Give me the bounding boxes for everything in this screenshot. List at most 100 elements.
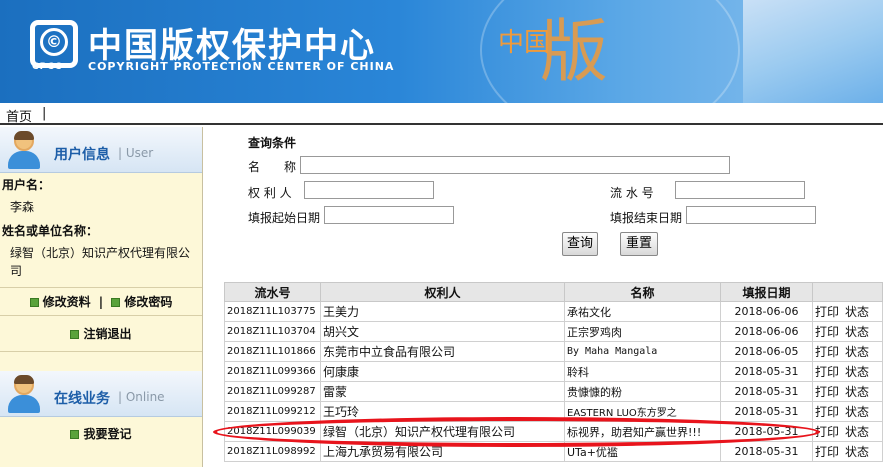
name-input[interactable] xyxy=(300,156,730,174)
row-actions: 打印 状态 xyxy=(812,361,883,382)
row-date: 2018-06-06 xyxy=(720,321,813,342)
bullet-icon xyxy=(70,430,80,439)
row-serial: 2018Z11L101866 xyxy=(224,341,321,362)
online-business-subtitle: | Online xyxy=(118,390,165,404)
row-date: 2018-05-31 xyxy=(720,361,813,382)
account-links: 修改资料 | 修改密码 xyxy=(0,287,202,315)
end-date-input[interactable] xyxy=(686,206,816,224)
owner-label: 权 利 人 xyxy=(248,186,292,200)
status-link[interactable]: 状态 xyxy=(845,425,869,439)
row-serial: 2018Z11L099366 xyxy=(224,361,321,382)
col-name: 名称 xyxy=(564,282,721,302)
row-owner: 王美力 xyxy=(320,301,565,322)
row-serial: 2018Z11L099039 xyxy=(224,421,321,442)
print-link[interactable]: 打印 xyxy=(815,425,839,439)
row-actions: 打印 状态 xyxy=(812,421,883,442)
logout-row: 注销退出 xyxy=(0,315,202,351)
row-name: By Maha Mangala xyxy=(564,341,721,362)
nav-separator: | xyxy=(42,106,47,121)
row-owner: 胡兴文 xyxy=(320,321,565,342)
user-info-subtitle: | User xyxy=(118,146,154,160)
row-serial: 2018Z11L103704 xyxy=(224,321,321,342)
sidebar: 用户信息 | User 用户名： 李森 姓名或单位名称： 绿智（北京）知识产权代… xyxy=(0,127,203,467)
print-link[interactable]: 打印 xyxy=(815,345,839,359)
row-name: 正宗罗鸡肉 xyxy=(564,321,721,342)
end-date-label: 填报结束日期 xyxy=(610,211,683,225)
row-actions: 打印 状态 xyxy=(812,401,883,422)
serial-input[interactable] xyxy=(675,181,805,199)
query-button[interactable]: 查询 xyxy=(562,232,598,256)
row-name: UTa+优褴 xyxy=(564,441,721,462)
username-label: 用户名： xyxy=(2,178,51,192)
row-owner: 雷蒙 xyxy=(320,381,565,402)
row-date: 2018-05-31 xyxy=(720,381,813,402)
start-date-label: 填报起始日期 xyxy=(248,211,321,225)
status-link[interactable]: 状态 xyxy=(845,305,869,319)
row-owner: 东莞市中立食品有限公司 xyxy=(320,341,565,362)
row-owner: 王巧玲 xyxy=(320,401,565,422)
top-nav: 首页 | xyxy=(0,103,883,125)
reset-button[interactable]: 重置 xyxy=(620,232,658,256)
name-label: 名 称 xyxy=(248,160,297,174)
status-link[interactable]: 状态 xyxy=(845,325,869,339)
register-link[interactable]: 我要登记 xyxy=(83,427,131,441)
status-link[interactable]: 状态 xyxy=(845,365,869,379)
link-separator: | xyxy=(98,295,104,309)
status-link[interactable]: 状态 xyxy=(845,405,869,419)
main-content: 查询条件 名 称 权 利 人 流 水 号 填报起始日期 填报结束日期 查询 重置… xyxy=(204,127,883,467)
status-link[interactable]: 状态 xyxy=(845,385,869,399)
header-deco-big-text: 版 xyxy=(540,13,609,92)
print-link[interactable]: 打印 xyxy=(815,325,839,339)
table-row: 2018Z11L098992 上海九承贸易有限公司 UTa+优褴 2018-05… xyxy=(224,441,883,462)
table-row: 2018Z11L099212 王巧玲 EASTERN LUO东方罗之 2018-… xyxy=(224,401,883,422)
row-actions: 打印 状态 xyxy=(812,301,883,322)
row-serial: 2018Z11L099287 xyxy=(224,381,321,402)
owner-input[interactable] xyxy=(304,181,434,199)
print-link[interactable]: 打印 xyxy=(815,445,839,459)
site-title-en: COPYRIGHT PROTECTION CENTER OF CHINA xyxy=(88,60,395,73)
edit-profile-link[interactable]: 修改资料 xyxy=(43,295,91,309)
online-avatar-icon xyxy=(6,375,42,413)
header-decoration xyxy=(743,0,883,103)
print-link[interactable]: 打印 xyxy=(815,305,839,319)
search-title: 查询条件 xyxy=(248,136,297,150)
row-owner: 何康康 xyxy=(320,361,565,382)
username-block: 用户名： 李森 xyxy=(0,173,202,219)
print-link[interactable]: 打印 xyxy=(815,385,839,399)
row-serial: 2018Z11L103775 xyxy=(224,301,321,322)
row-serial: 2018Z11L098992 xyxy=(224,441,321,462)
status-link[interactable]: 状态 xyxy=(845,345,869,359)
row-date: 2018-05-31 xyxy=(720,441,813,462)
row-date: 2018-05-31 xyxy=(720,421,813,442)
user-info-header: 用户信息 | User xyxy=(0,127,202,173)
logout-link[interactable]: 注销退出 xyxy=(83,327,131,341)
table-row: 2018Z11L103704 胡兴文 正宗罗鸡肉 2018-06-06 打印 状态 xyxy=(224,321,883,342)
results-table: 流水号 权利人 名称 填报日期 2018Z11L103775 王美力 承祐文化 … xyxy=(224,282,883,462)
nav-home-link[interactable]: 首页 xyxy=(6,106,32,125)
row-actions: 打印 状态 xyxy=(812,341,883,362)
bullet-icon xyxy=(111,298,121,307)
table-row: 2018Z11L103775 王美力 承祐文化 2018-06-06 打印 状态 xyxy=(224,301,883,322)
print-link[interactable]: 打印 xyxy=(815,365,839,379)
user-avatar-icon xyxy=(6,131,42,169)
row-name: 聆科 xyxy=(564,361,721,382)
online-business-header: 在线业务 | Online xyxy=(0,371,202,417)
header-banner: © CPCC 中国版权保护中心 COPYRIGHT PROTECTION CEN… xyxy=(0,0,883,103)
col-owner: 权利人 xyxy=(320,282,565,302)
print-link[interactable]: 打印 xyxy=(815,405,839,419)
row-date: 2018-05-31 xyxy=(720,401,813,422)
table-row: 2018Z11L099287 雷蒙 贵慷慷的粉 2018-05-31 打印 状态 xyxy=(224,381,883,402)
change-password-link[interactable]: 修改密码 xyxy=(124,295,172,309)
col-actions xyxy=(812,282,883,302)
org-value: 绿智（北京）知识产权代理有限公司 xyxy=(10,246,191,278)
row-actions: 打印 状态 xyxy=(812,321,883,342)
org-label: 姓名或单位名称： xyxy=(2,224,99,238)
row-name: EASTERN LUO东方罗之 xyxy=(564,401,721,422)
row-name: 贵慷慷的粉 xyxy=(564,381,721,402)
row-actions: 打印 状态 xyxy=(812,441,883,462)
status-link[interactable]: 状态 xyxy=(845,445,869,459)
table-row: 2018Z11L101866 东莞市中立食品有限公司 By Maha Manga… xyxy=(224,341,883,362)
start-date-input[interactable] xyxy=(324,206,454,224)
sidebar-spacer xyxy=(0,351,202,371)
row-owner: 上海九承贸易有限公司 xyxy=(320,441,565,462)
